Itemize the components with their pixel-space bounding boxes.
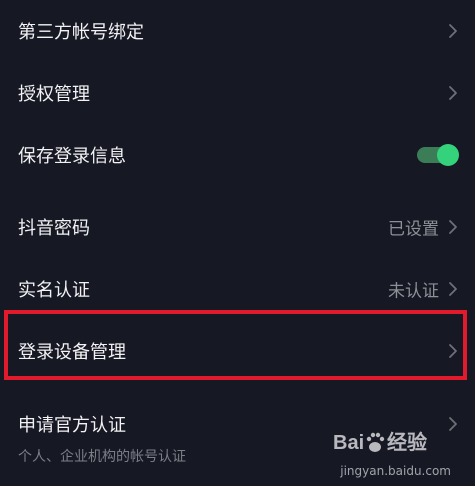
chevron-right-icon [447,281,459,297]
settings-row-real-name[interactable]: 实名认证 未认证 [0,258,475,320]
watermark-url: jingyan.baidu.com [340,464,451,478]
row-label: 第三方帐号绑定 [18,22,144,43]
row-label: 保存登录信息 [18,146,126,167]
settings-row-save-login: 保存登录信息 [0,124,475,186]
toggle-knob [437,144,459,166]
row-label: 登录设备管理 [18,342,126,363]
row-label: 实名认证 [18,280,90,301]
settings-row-login-devices[interactable]: 登录设备管理 [0,320,475,382]
settings-row-third-party-binding[interactable]: 第三方帐号绑定 [0,0,475,62]
row-label: 授权管理 [18,84,90,105]
settings-row-douyin-password[interactable]: 抖音密码 已设置 [0,196,475,258]
chevron-right-icon [447,23,459,39]
official-verification-subtext: 个人、企业机构的帐号认证 [18,449,186,465]
row-label: 申请官方认证 [18,415,126,436]
save-login-toggle[interactable] [417,144,459,166]
row-value: 已设置 [388,219,439,240]
chevron-right-icon [447,85,459,101]
chevron-right-icon [447,416,459,432]
row-value: 未认证 [388,281,439,302]
settings-row-authorization[interactable]: 授权管理 [0,62,475,124]
row-label: 抖音密码 [18,218,90,239]
chevron-right-icon [447,219,459,235]
chevron-right-icon [447,343,459,359]
